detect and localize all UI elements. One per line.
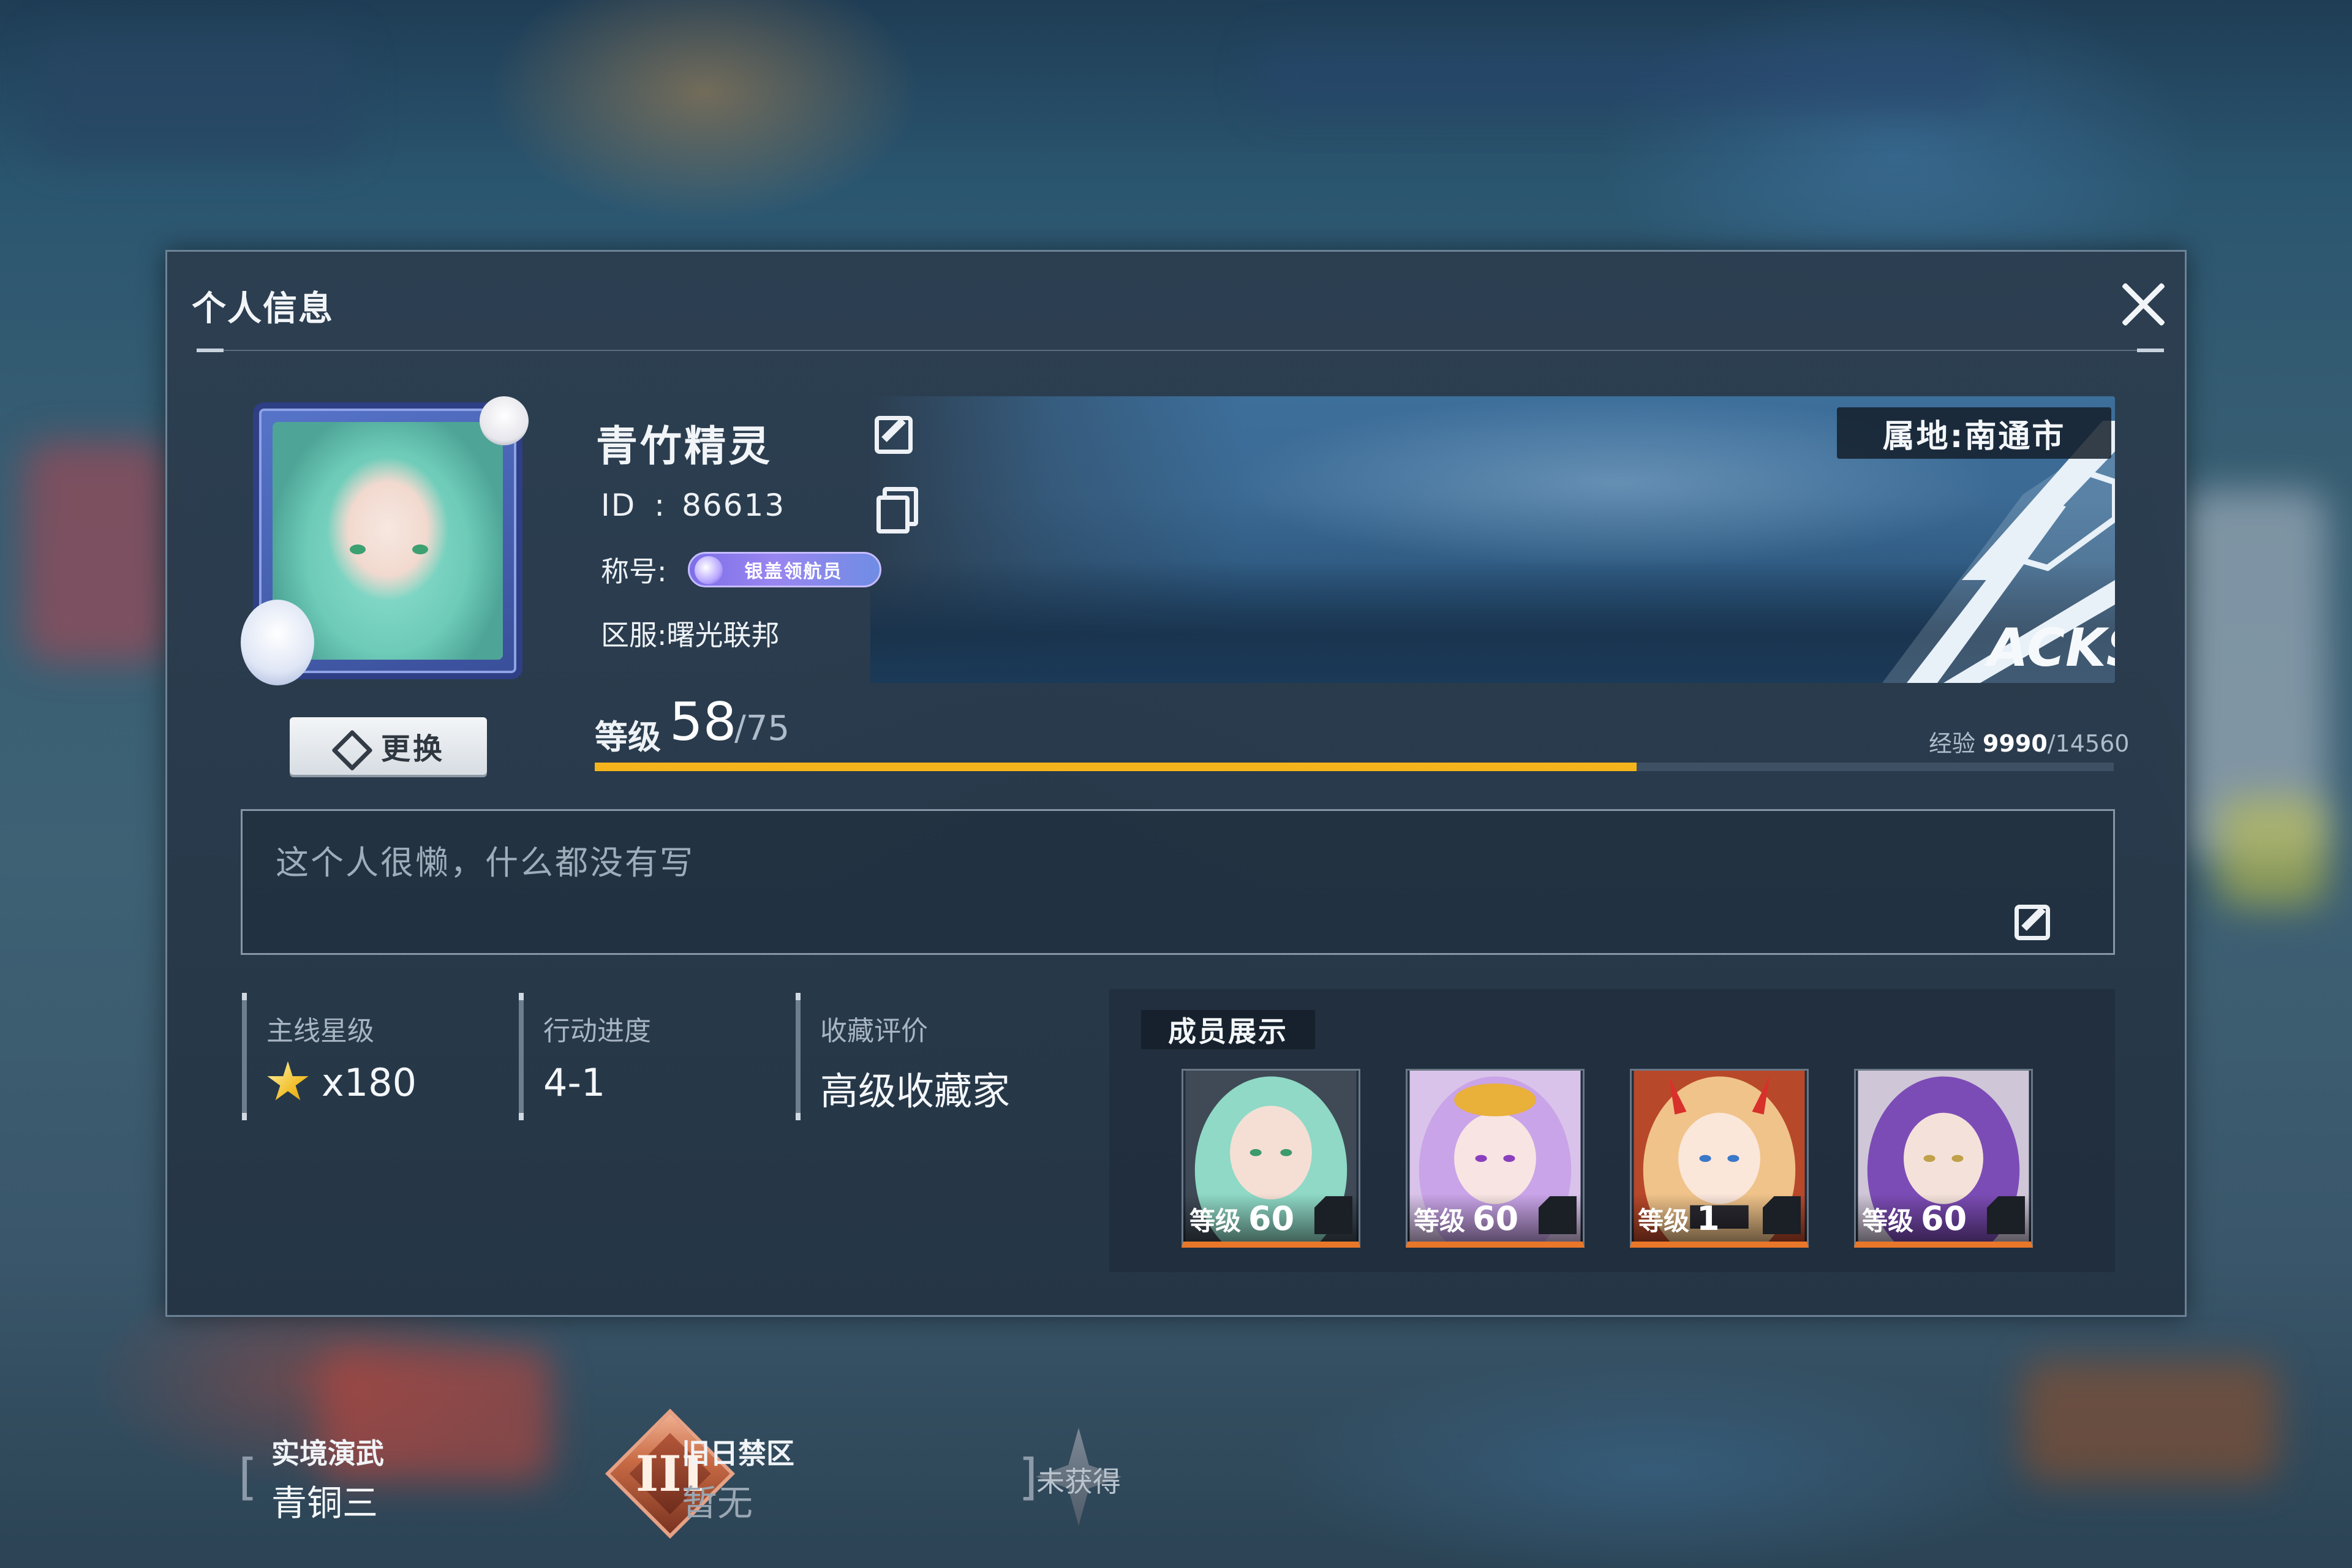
member-level-value: 60: [1248, 1199, 1295, 1238]
close-icon[interactable]: [2114, 275, 2173, 334]
avatar[interactable]: [241, 396, 529, 685]
experience-readout: 经验 9990/14560: [1929, 725, 2129, 758]
background-blur: [2217, 796, 2328, 907]
background-blur: [24, 441, 172, 662]
panel-title: 个人信息: [192, 289, 334, 329]
region-value: 南通市: [1964, 418, 2066, 455]
server-value: 曙光联邦: [666, 619, 780, 652]
member-rank-icon: [1539, 1196, 1577, 1234]
change-avatar-button[interactable]: 更换: [290, 717, 487, 775]
avatar-mascot-decoration: [241, 600, 314, 685]
member-level-label: 等级: [1862, 1206, 1914, 1236]
member-rank-icon: [1763, 1196, 1801, 1234]
stat-value: 4-1: [543, 1060, 606, 1105]
region-label: 属地:: [1882, 418, 1965, 455]
stat-divider: [796, 993, 801, 1120]
avatar-eye: [350, 545, 366, 554]
edit-name-icon[interactable]: [875, 416, 913, 454]
exp-max: /14560: [2047, 730, 2130, 757]
stat-label: 行动进度: [543, 1016, 651, 1047]
edit-signature-icon[interactable]: [2015, 905, 2050, 940]
title-label: 称号:: [601, 555, 667, 588]
stat-value: x180: [266, 1060, 417, 1105]
banner-logo-text: ACKS QUAD: [1984, 617, 2115, 679]
star-icon: [267, 1061, 309, 1101]
zone-value: 暂无: [682, 1482, 753, 1524]
stat-divider: [242, 993, 247, 1120]
swap-icon: [332, 730, 364, 762]
experience-bar-fill: [595, 763, 1637, 771]
stat-label: 收藏评价: [820, 1016, 928, 1047]
exp-current: 9990: [1983, 730, 2048, 757]
signature-text: 这个人很懒，什么都没有写: [276, 843, 695, 882]
title-divider: [197, 350, 2164, 351]
title-divider-tick: [197, 349, 224, 352]
stat-label: 主线星级: [266, 1016, 374, 1047]
region-badge: 属地: 南通市: [1837, 407, 2111, 459]
arena-label: 实境演武: [271, 1437, 384, 1470]
id-value: 86613: [682, 488, 786, 523]
member-level-value: 1: [1697, 1199, 1720, 1238]
member-level-label: 等级: [1638, 1206, 1690, 1236]
server-label: 区服:: [601, 619, 667, 652]
player-name: 青竹精灵: [596, 423, 773, 471]
zone-label: 旧日禁区: [682, 1437, 794, 1470]
background-blur: [1256, 43, 1991, 110]
player-id-row: ID:86613: [601, 488, 785, 523]
member-level-value: 60: [1921, 1199, 1967, 1238]
title-divider-tick: [2137, 349, 2164, 352]
member-rank-icon: [1314, 1196, 1352, 1234]
experience-bar: [595, 763, 2114, 771]
id-colon: :: [654, 488, 666, 523]
player-title-row: 称号: 银盖领航员: [601, 549, 881, 590]
rank-bracket-close: ]: [1019, 1449, 1038, 1506]
member-card[interactable]: 等级 60: [1182, 1069, 1360, 1248]
stat-value-text: x180: [322, 1060, 417, 1105]
members-title: 成员展示: [1141, 1010, 1315, 1049]
background-blur: [37, 37, 355, 159]
member-level-label: 等级: [1414, 1206, 1466, 1236]
level-value: 58: [669, 692, 737, 753]
id-label: ID: [601, 488, 636, 523]
member-card[interactable]: 等级 60: [1406, 1069, 1585, 1248]
title-badge[interactable]: 银盖领航员: [687, 552, 881, 587]
copy-id-icon[interactable]: [876, 487, 918, 533]
avatar-eye: [412, 545, 428, 554]
member-level-value: 60: [1472, 1199, 1519, 1238]
member-card[interactable]: 等级 60: [1854, 1069, 2033, 1248]
member-rank-icon: [1987, 1196, 2025, 1234]
change-avatar-label: 更换: [380, 732, 445, 766]
avatar-mascot-decoration: [480, 396, 529, 445]
exp-label: 经验: [1929, 730, 1976, 757]
profile-panel: 个人信息 更换 ACKS QUAD 属地: 南通市 青竹精灵 ID:: [165, 250, 2187, 1539]
stat-divider: [519, 993, 524, 1120]
member-card[interactable]: 等级 1: [1630, 1069, 1809, 1248]
member-level-label: 等级: [1189, 1206, 1242, 1236]
rank-bracket-open: [: [238, 1449, 258, 1506]
stat-value: 高级收藏家: [820, 1069, 1011, 1114]
level-label: 等级: [595, 718, 661, 756]
signature-box[interactable]: 这个人很懒，什么都没有写: [241, 809, 2115, 955]
level-max: /75: [734, 709, 790, 748]
server-row: 区服:曙光联邦: [601, 613, 780, 654]
background-blur: [2021, 1360, 2278, 1482]
arena-value: 青铜三: [271, 1482, 379, 1524]
